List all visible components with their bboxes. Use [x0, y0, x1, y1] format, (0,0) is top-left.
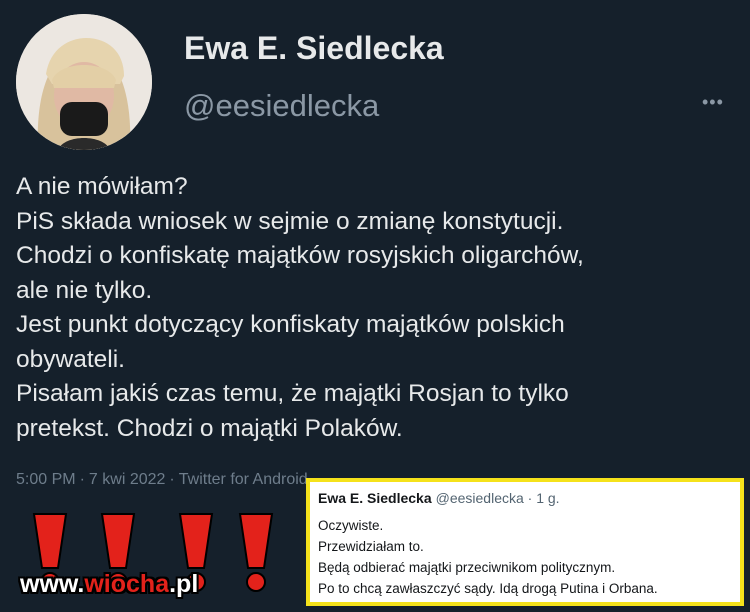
quoted-line: Po to chcą zawłaszczyć sądy. Idą drogą P… [318, 581, 658, 596]
tweet-time[interactable]: 5:00 PM [16, 471, 76, 488]
tweet-text: A nie mówiłam? PiS składa wniosek w sejm… [16, 170, 741, 446]
quoted-display-name[interactable]: Ewa E. Siedlecka [318, 490, 432, 506]
tweet-line: A nie mówiłam? [16, 173, 188, 200]
watermark-prefix: www. [20, 570, 85, 598]
tweet-line: PiS składa wniosek w sejmie o zmianę kon… [16, 207, 564, 235]
quoted-line: Oczywiste. [318, 518, 384, 533]
meta-separator: · [79, 471, 85, 488]
tweet-line: Pisałam jakiś czas temu, że majątki Rosj… [16, 380, 569, 407]
tweet-source[interactable]: Twitter for Android [179, 471, 308, 488]
display-name[interactable]: Ewa E. Siedlecka [184, 30, 444, 67]
quoted-line: Przewidziałam to. [318, 539, 424, 554]
watermark-suffix: .pl [169, 570, 199, 598]
quoted-tweet-header: Ewa E. Siedlecka @eesiedlecka · 1 g. [318, 490, 560, 506]
tweet-line: Jest punkt dotyczący konfiskaty majątków… [16, 311, 565, 338]
quoted-line: Będą odbierać majątki przeciwnikom polit… [318, 560, 616, 575]
quoted-handle-time[interactable]: @eesiedlecka · 1 g. [436, 490, 560, 506]
tweet-meta: 5:00 PM · 7 kwi 2022 · Twitter for Android [16, 471, 308, 489]
tweet-line: obywateli. [16, 345, 125, 373]
meta-separator: · [169, 471, 175, 488]
avatar[interactable] [16, 14, 152, 150]
more-icon[interactable]: ••• [702, 92, 724, 113]
avatar-image [16, 14, 152, 150]
exclamation-icon [238, 513, 274, 592]
watermark-accent: wiocha [84, 570, 170, 598]
watermark: www.wiocha.pl [20, 570, 198, 599]
tweet-line: Chodzi o konfiskatę majątków rosyjskich … [16, 242, 584, 269]
tweet-line: ale nie tylko. [16, 276, 153, 304]
quoted-tweet[interactable]: Ewa E. Siedlecka @eesiedlecka · 1 g. Oczy… [306, 478, 744, 606]
user-handle[interactable]: @eesiedlecka [184, 88, 379, 124]
quoted-tweet-text: Oczywiste. Przewidziałam to. Będą odbier… [318, 515, 658, 599]
tweet-date[interactable]: 7 kwi 2022 [89, 471, 166, 488]
tweet-line: pretekst. Chodzi o majątki Polaków. [16, 414, 403, 442]
